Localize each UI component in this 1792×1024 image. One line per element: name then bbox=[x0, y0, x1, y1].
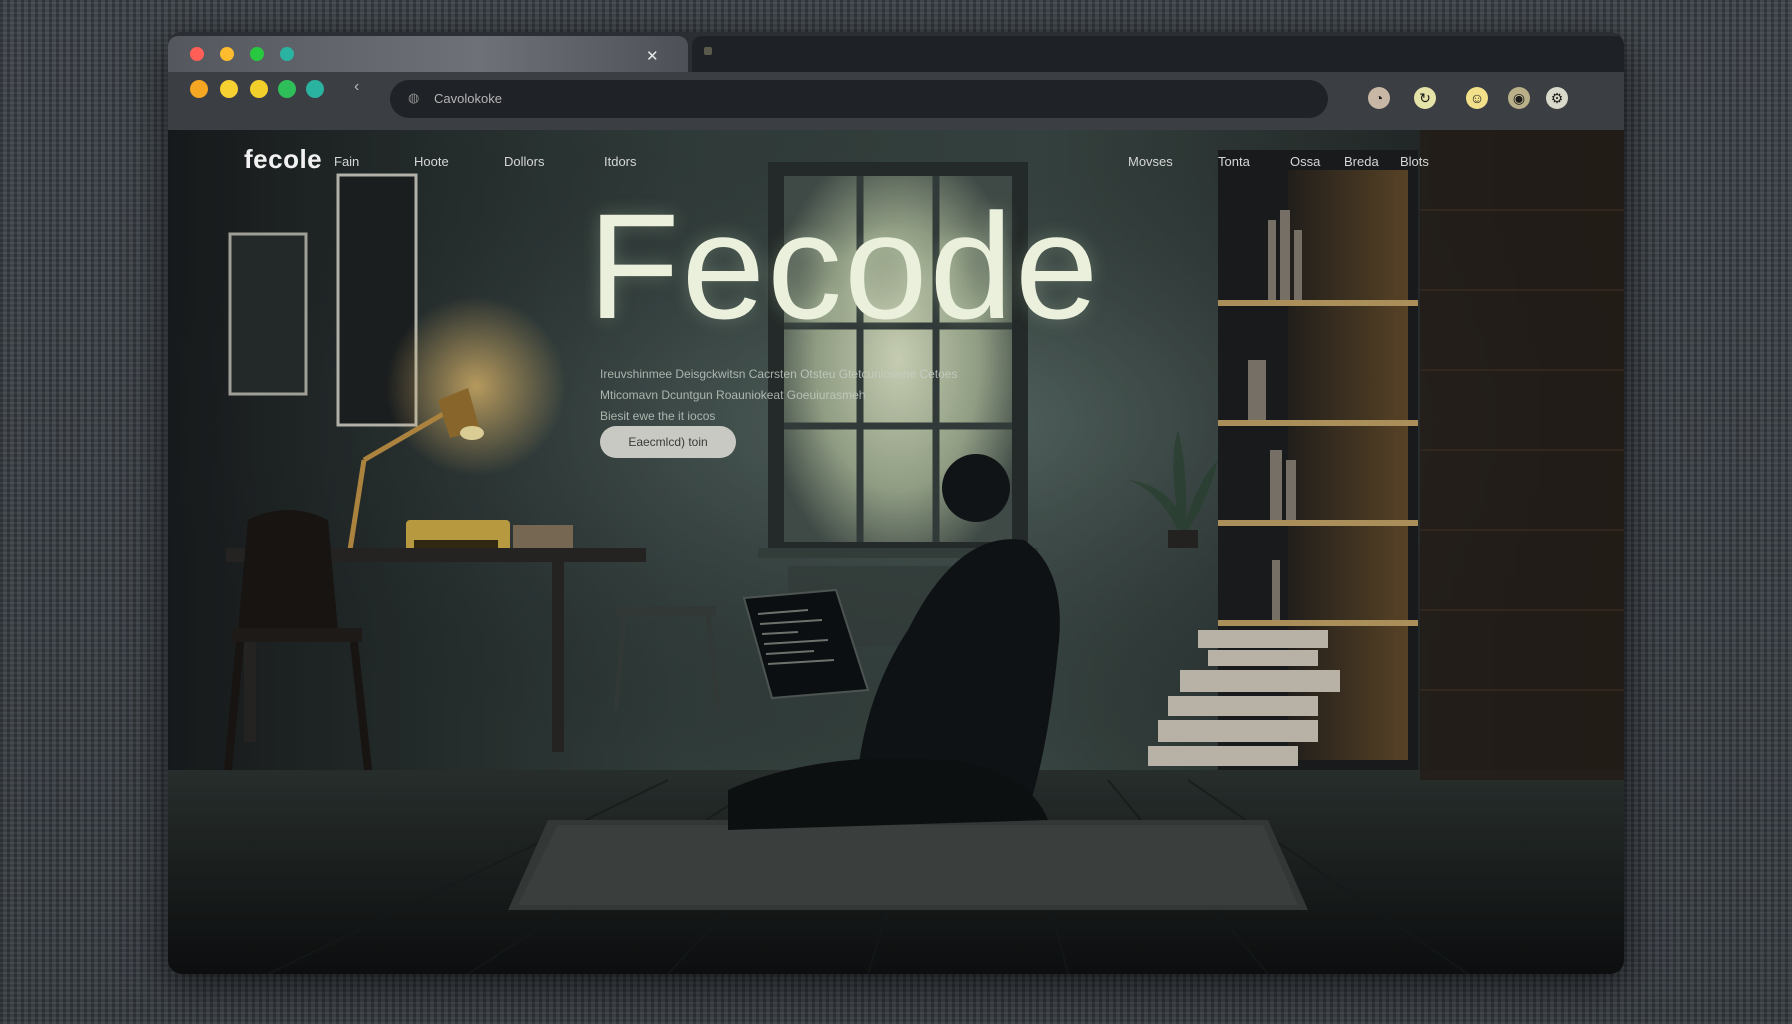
nav-link-blots[interactable]: Blots bbox=[1400, 154, 1429, 169]
nav-link-tonta[interactable]: Tonta bbox=[1218, 154, 1250, 169]
user-icon[interactable]: ◔ bbox=[1368, 87, 1390, 109]
toolbar-dot-green[interactable] bbox=[278, 80, 296, 98]
tab-close-icon[interactable]: ✕ bbox=[646, 47, 659, 65]
settings-icon[interactable]: ⚙ bbox=[1546, 87, 1568, 109]
site-logo[interactable]: fecole bbox=[244, 144, 322, 175]
toolbar-dot-orange[interactable] bbox=[190, 80, 208, 98]
hero-description-line-1: Ireuvshinmee Deisgckwitsn Cacrsten Otste… bbox=[600, 367, 958, 381]
nav-link-fain[interactable]: Fain bbox=[334, 154, 359, 169]
address-bar[interactable]: ◍ Cavolokoke bbox=[390, 80, 1328, 118]
hero-title: Fecode bbox=[588, 182, 1101, 350]
nav-link-movses[interactable]: Movses bbox=[1128, 154, 1173, 169]
location-icon[interactable]: ◉ bbox=[1508, 87, 1530, 109]
maximize-dot[interactable] bbox=[250, 47, 264, 61]
tab-favicon-icon bbox=[704, 47, 712, 55]
web-page: fecole Fain Hoote Dollors Itdors Movses … bbox=[168, 130, 1624, 974]
toolbar-dot-teal[interactable] bbox=[306, 80, 324, 98]
nav-link-hoote[interactable]: Hoote bbox=[414, 154, 449, 169]
browser-toolbar: ‹ ◍ Cavolokoke ◔ ↻ ☺ ◉ ⚙ bbox=[168, 72, 1624, 130]
close-dot[interactable] bbox=[190, 47, 204, 61]
hero-description-line-2: Mticomavn Dcuntgun Roauniokeat Goeuiuras… bbox=[600, 388, 866, 402]
nav-link-dollors[interactable]: Dollors bbox=[504, 154, 544, 169]
active-tab[interactable]: ✕ bbox=[168, 36, 688, 72]
url-text: Cavolokoke bbox=[434, 91, 502, 106]
inactive-tab[interactable] bbox=[692, 36, 1624, 72]
tab-strip: ✕ bbox=[168, 32, 1624, 72]
toolbar-dot-yellow-2[interactable] bbox=[250, 80, 268, 98]
hero-description-line-3: Biesit ewe the it iocos bbox=[600, 409, 716, 423]
refresh-icon[interactable]: ↻ bbox=[1414, 87, 1436, 109]
nav-link-itdors[interactable]: Itdors bbox=[604, 154, 637, 169]
site-info-icon[interactable]: ◍ bbox=[408, 90, 419, 106]
back-arrow-icon[interactable]: ‹ bbox=[354, 78, 359, 96]
nav-link-ossa[interactable]: Ossa bbox=[1290, 154, 1320, 169]
browser-window: ✕ ‹ ◍ Cavolokoke ◔ ↻ ☺ ◉ ⚙ fecole Fain H… bbox=[168, 32, 1624, 974]
minimize-dot[interactable] bbox=[220, 47, 234, 61]
nav-link-breda[interactable]: Breda bbox=[1344, 154, 1379, 169]
tab-favicon bbox=[280, 47, 294, 61]
hero-description: Ireuvshinmee Deisgckwitsn Cacrsten Otste… bbox=[600, 364, 1130, 427]
toolbar-dot-yellow[interactable] bbox=[220, 80, 238, 98]
hero-cta-button[interactable]: Eaecmlcd) toin bbox=[600, 426, 736, 458]
emoji-icon[interactable]: ☺ bbox=[1466, 87, 1488, 109]
